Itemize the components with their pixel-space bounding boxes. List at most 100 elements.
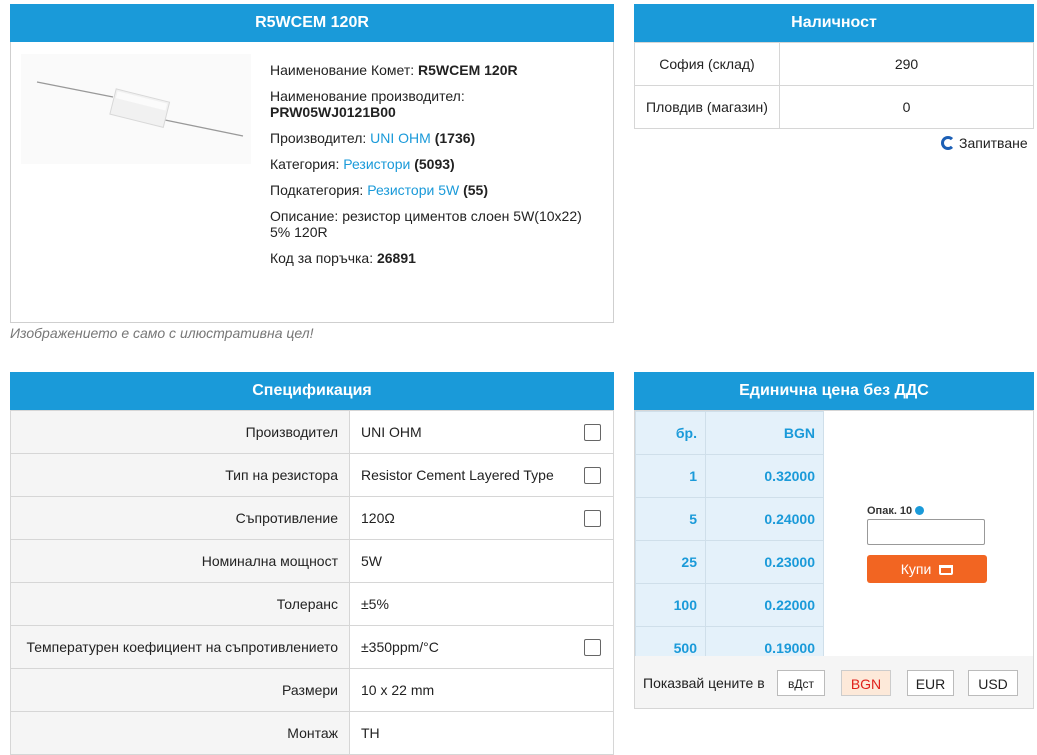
buy-button[interactable]: Купи <box>867 555 987 583</box>
price-value: 0.24000 <box>705 497 824 541</box>
pricing-box: бр. BGN 1 0.32000 5 0.24000 25 0.23000 1… <box>634 410 1034 670</box>
product-info: Наименование Комет: R5WCEM 120R Наименов… <box>270 62 600 276</box>
pack-label: Опак. 10 <box>867 505 913 517</box>
spec-label: Номинална мощност <box>10 539 350 583</box>
table-row: Пловдив (магазин) 0 <box>634 85 1034 129</box>
filter-checkbox[interactable] <box>584 639 601 656</box>
spec-value: ±350ppm/°C <box>361 639 439 655</box>
price-value: 0.22000 <box>705 583 824 627</box>
availability-qty: 290 <box>779 42 1034 86</box>
spec-label: Тип на резистора <box>10 453 350 497</box>
buy-label: Купи <box>900 561 932 577</box>
manufacturer-link[interactable]: UNI OHM <box>370 130 431 146</box>
spec-value: 10 x 22 mm <box>361 682 435 698</box>
table-row: Номинална мощност 5W <box>10 539 614 583</box>
pack-size: Опак. 10 <box>867 505 925 517</box>
currency-button-eur[interactable]: EUR <box>907 670 954 696</box>
price-value: 0.23000 <box>705 540 824 584</box>
subcategory-count: (55) <box>463 182 488 198</box>
category-label: Категория: <box>270 156 344 172</box>
availability-title: Наличност <box>634 4 1034 42</box>
filter-checkbox[interactable] <box>584 467 601 484</box>
spec-value-cell: TH <box>349 711 614 755</box>
order-code-value: 26891 <box>376 250 416 266</box>
subcategory-label: Подкатегория: <box>270 182 368 198</box>
info-icon[interactable] <box>915 506 925 515</box>
spec-value-cell: ±350ppm/°C <box>349 625 614 669</box>
spec-value-cell: 10 x 22 mm <box>349 668 614 712</box>
availability-qty: 0 <box>779 85 1034 129</box>
order-code-label: Код за поръчка: <box>270 250 377 266</box>
category-count: (5093) <box>414 156 455 172</box>
currency-button-usd[interactable]: USD <box>968 670 1018 696</box>
spec-label: Монтаж <box>10 711 350 755</box>
refresh-icon <box>941 136 955 150</box>
spec-value-cell: UNI OHM <box>349 410 614 454</box>
table-row: бр. BGN <box>635 411 824 455</box>
table-row: София (склад) 290 <box>634 42 1034 86</box>
price-table: бр. BGN 1 0.32000 5 0.24000 25 0.23000 1… <box>635 411 824 670</box>
category-link[interactable]: Резистори <box>343 156 410 172</box>
manufacturer-label: Производител: <box>270 130 371 146</box>
table-row: Производител UNI OHM <box>10 410 614 454</box>
manufacturer-count: (1736) <box>434 130 476 146</box>
table-row: Монтаж TH <box>10 711 614 755</box>
spec-label: Температурен коефициент на съпротивление… <box>10 625 350 669</box>
table-row: 25 0.23000 <box>635 540 824 584</box>
spec-value-cell: Resistor Cement Layered Type <box>349 453 614 497</box>
spec-value: ±5% <box>361 596 389 612</box>
product-card: Наименование Комет: R5WCEM 120R Наименов… <box>10 42 614 323</box>
spec-label: Размери <box>10 668 350 712</box>
table-row: Тип на резистора Resistor Cement Layered… <box>10 453 614 497</box>
qty-header: бр. <box>635 411 706 455</box>
inquiry-label: Запитване <box>959 135 1028 151</box>
table-row: Размери 10 x 22 mm <box>10 668 614 712</box>
price-qty: 25 <box>635 540 706 584</box>
spec-label: Толеранс <box>10 582 350 626</box>
spec-value: 5W <box>361 553 382 569</box>
spec-value-cell: 5W <box>349 539 614 583</box>
spec-value: 120Ω <box>361 510 395 526</box>
currency-button-vdst[interactable]: вДст <box>777 670 825 696</box>
table-row: Температурен коефициент на съпротивление… <box>10 625 614 669</box>
availability-table: София (склад) 290 Пловдив (магазин) 0 <box>634 42 1034 129</box>
spec-label: Съпротивление <box>10 496 350 540</box>
filter-checkbox[interactable] <box>584 510 601 527</box>
product-image <box>21 54 251 164</box>
filter-checkbox[interactable] <box>584 424 601 441</box>
image-note: Изображението е само с илюстративна цел! <box>10 325 314 341</box>
availability-location: Пловдив (магазин) <box>634 85 780 129</box>
pricing-title: Единична цена без ДДС <box>634 372 1034 410</box>
show-prices-label: Показвай цените в <box>643 675 765 691</box>
price-qty: 5 <box>635 497 706 541</box>
cart-icon <box>939 565 954 575</box>
inquiry-link[interactable]: Запитване <box>941 135 1028 151</box>
table-row: 5 0.24000 <box>635 497 824 541</box>
price-value: 0.32000 <box>705 454 824 498</box>
mfr-name-label: Наименование производител: <box>270 88 465 104</box>
spec-value-cell: ±5% <box>349 582 614 626</box>
price-header: BGN <box>705 411 824 455</box>
subcategory-link[interactable]: Резистори 5W <box>367 182 459 198</box>
spec-value-cell: 120Ω <box>349 496 614 540</box>
currency-button-bgn[interactable]: BGN <box>841 670 891 696</box>
price-qty: 100 <box>635 583 706 627</box>
table-row: 100 0.22000 <box>635 583 824 627</box>
spec-label: Производител <box>10 410 350 454</box>
currency-bar: Показвай цените в вДст BGN EUR USD <box>634 656 1034 709</box>
availability-location: София (склад) <box>634 42 780 86</box>
name-label: Наименование Комет: <box>270 62 419 78</box>
description-label: Описание: <box>270 208 343 224</box>
mfr-name-value: PRW05WJ0121B00 <box>270 104 396 120</box>
spec-value: UNI OHM <box>361 424 422 440</box>
table-row: 1 0.32000 <box>635 454 824 498</box>
name-value: R5WCEM 120R <box>418 62 518 78</box>
spec-table: Производител UNI OHM Тип на резистора Re… <box>10 410 614 755</box>
price-qty: 1 <box>635 454 706 498</box>
quantity-input[interactable] <box>867 519 985 545</box>
spec-title: Спецификация <box>10 372 614 410</box>
table-row: Толеранс ±5% <box>10 582 614 626</box>
product-title: R5WCEM 120R <box>10 4 614 42</box>
spec-value: TH <box>361 725 380 741</box>
spec-value: Resistor Cement Layered Type <box>361 467 554 483</box>
